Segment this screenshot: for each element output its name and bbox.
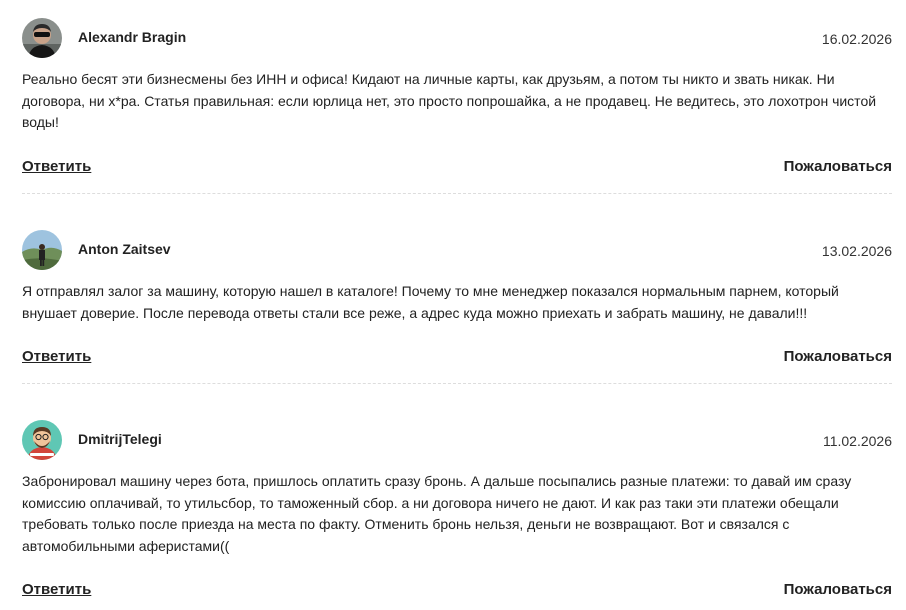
avatar [22,230,62,270]
avatar [22,420,62,460]
comment-date: 11.02.2026 [822,433,892,449]
comment-actions: Ответить Пожаловаться [22,158,892,182]
comment-item: Anton Zaitsev 13.02.2026 Я отправлял зал… [22,229,892,372]
comment-author: Anton Zaitsev [78,241,171,257]
report-link[interactable]: Пожаловаться [784,581,892,598]
comment-item: Alexandr Bragin 16.02.2026 Реально бесят… [22,17,892,182]
comment-header: Anton Zaitsev 13.02.2026 [22,229,892,271]
comment-text: Забронировал машину через бота, пришлось… [22,473,852,554]
comment-divider [22,193,892,194]
report-link[interactable]: Пожаловаться [784,348,892,365]
comment-date: 16.02.2026 [821,31,892,47]
reply-link[interactable]: Ответить [22,158,91,175]
comment-item: DmitrijTelegi 11.02.2026 Забронировал ма… [22,419,892,605]
comment-actions: Ответить Пожаловаться [22,348,892,372]
comment-text: Я отправлял залог за машину, которую наш… [22,283,839,321]
comment-author: DmitrijTelegi [78,431,162,447]
comment-divider [22,383,892,384]
comment-actions: Ответить Пожаловаться [22,581,892,605]
reply-link[interactable]: Ответить [22,348,91,365]
avatar [22,18,62,58]
reply-link[interactable]: Ответить [22,581,91,598]
comment-header: DmitrijTelegi 11.02.2026 [22,419,892,461]
comment-text: Реально бесят эти бизнесмены без ИНН и о… [22,71,877,130]
report-link[interactable]: Пожаловаться [784,158,892,175]
comment-header: Alexandr Bragin 16.02.2026 [22,17,892,59]
comment-author: Alexandr Bragin [78,29,187,45]
comment-date: 13.02.2026 [821,243,892,259]
